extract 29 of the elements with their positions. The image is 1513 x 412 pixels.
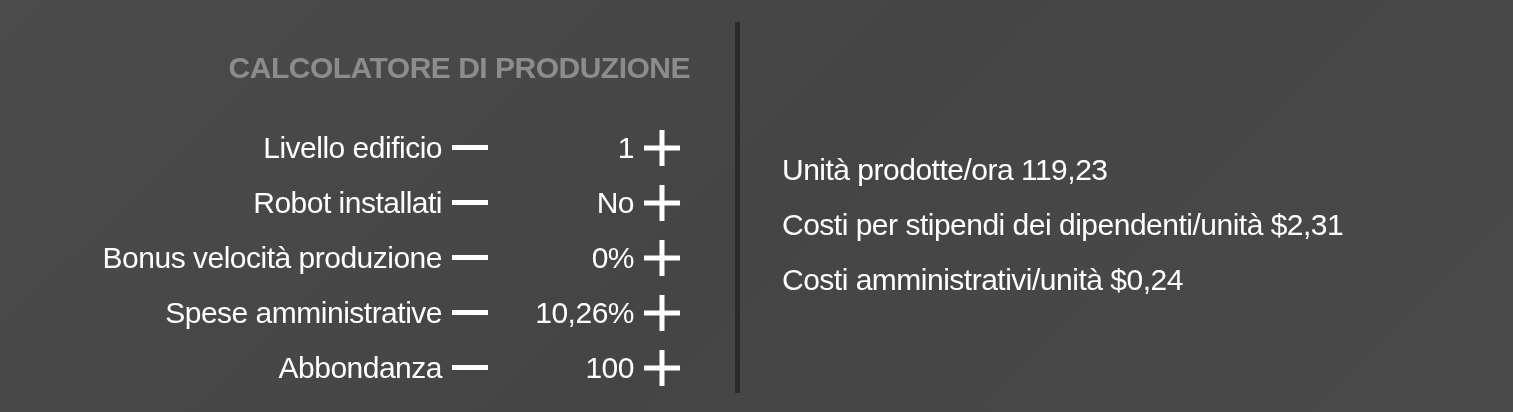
input-value: No	[595, 185, 634, 221]
plus-icon	[644, 349, 680, 386]
input-label: Livello edificio	[262, 130, 442, 166]
result-text: Unità prodotte/ora 119,23	[782, 152, 1109, 188]
calculator-title: CALCOLATORE DI PRODUZIONE	[228, 50, 690, 86]
increase-button[interactable]	[644, 352, 680, 383]
minus-icon	[452, 309, 488, 316]
input-label: Abbondanza	[277, 350, 442, 386]
input-value: 10,26%	[534, 295, 634, 331]
minus-icon	[452, 199, 488, 206]
input-value: 1	[616, 130, 634, 166]
minus-icon	[452, 254, 488, 261]
input-value: 100	[584, 350, 634, 386]
increase-button[interactable]	[644, 297, 680, 328]
minus-icon	[452, 364, 488, 371]
minus-icon	[452, 144, 488, 151]
plus-icon	[644, 294, 680, 331]
plus-icon	[644, 129, 680, 166]
result-text: Costi amministrativi/unità $0,24	[782, 262, 1184, 298]
plus-icon	[644, 184, 680, 221]
plus-icon	[644, 239, 680, 276]
input-label: Spese amministrative	[164, 295, 442, 331]
result-text: Costi per stipendi dei dipendenti/unità $2,31	[782, 207, 1344, 243]
input-label: Robot installati	[252, 185, 442, 221]
increase-button[interactable]	[644, 132, 680, 163]
increase-button[interactable]	[644, 242, 680, 273]
input-label: Bonus velocità produzione	[102, 240, 442, 276]
increase-button[interactable]	[644, 187, 680, 218]
input-value: 0%	[590, 240, 634, 276]
